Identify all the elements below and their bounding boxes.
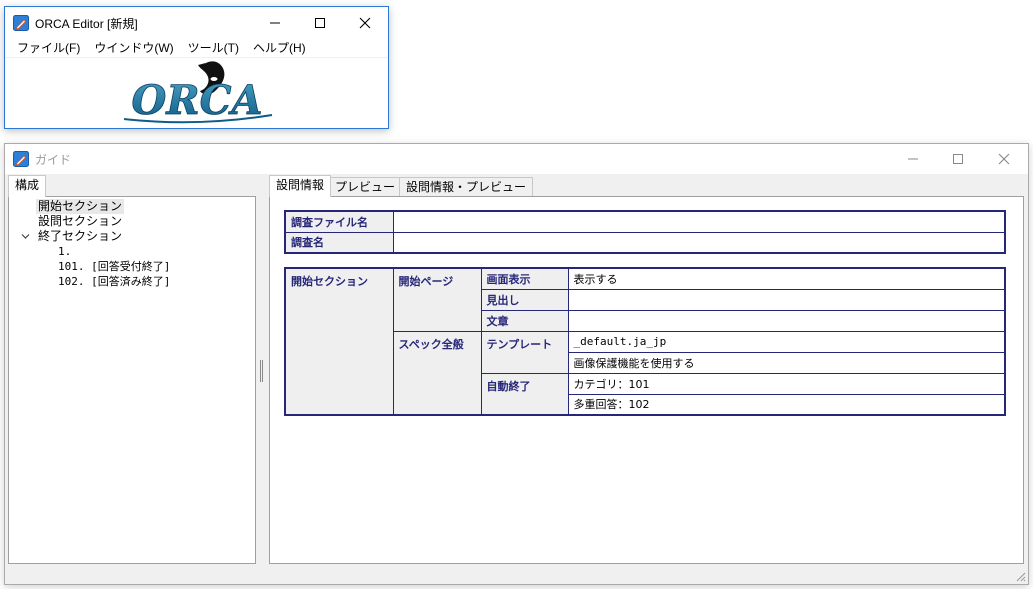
menu-file[interactable]: ファイル(F) [11,39,86,56]
tree-item-start-section[interactable]: 開始セクション [36,199,125,214]
survey-name-label: 調査名 [284,231,394,254]
survey-file-value [392,210,1006,233]
guide-titlebar[interactable]: ガイド [5,144,1028,174]
tree-item-end-102[interactable]: 102. [回答済み終了] [58,274,170,289]
display-value: 表示する [567,267,1006,290]
auto-end-key: 自動終了 [480,372,569,416]
close-icon [998,153,1010,165]
menu-tools[interactable]: ツール(T) [182,39,245,56]
maximize-button[interactable] [297,7,343,38]
tab-structure[interactable]: 構成 [8,175,47,197]
minimize-button[interactable] [252,7,298,38]
tree-item-end-section[interactable]: 終了セクション [38,229,122,244]
text-key: 文章 [480,309,569,332]
survey-file-label: 調査ファイル名 [284,210,394,233]
text-value [567,309,1006,332]
logo-wordmark: ORCA [131,77,262,124]
editor-titlebar[interactable]: ORCA Editor [新規] [5,7,388,38]
resize-grip-icon[interactable] [1014,570,1026,582]
editor-title: ORCA Editor [新規] [35,17,138,31]
minimize-icon [908,158,918,160]
auto-end-multi-value: 多重回答：102 [567,393,1006,416]
tree-item-end-101[interactable]: 101. [回答受付終了] [58,259,170,274]
section-info-table: 開始セクション 開始ページ 画面表示 表示する 見出し 文章 スペック全般 テン… [284,267,1006,416]
tab-question-info[interactable]: 設問情報 [269,175,332,197]
survey-name-value [392,231,1006,254]
guide-minimize-button[interactable] [890,144,936,174]
survey-info-table: 調査ファイル名 調査名 [284,210,1006,254]
app-pen-icon [13,151,29,167]
guide-close-button[interactable] [981,144,1027,174]
tab-question-info-preview[interactable]: 設問情報・プレビュー [399,177,534,197]
section-label: 開始セクション [284,267,394,416]
app-pen-icon [13,15,29,31]
structure-tree: 開始セクション 設問セクション 終了セクション 1. 101. [回答受付終了]… [8,196,256,564]
tree-item-question-section[interactable]: 設問セクション [38,214,122,229]
close-button[interactable] [342,7,388,38]
template-key: テンプレート [480,330,569,374]
close-icon [359,17,371,28]
tree-item-end-1[interactable]: 1. [58,244,71,259]
start-page-label: 開始ページ [392,267,482,332]
tab-preview[interactable]: プレビュー [328,177,403,197]
menu-window[interactable]: ウインドウ(W) [88,39,179,56]
orca-logo: ORCA [123,61,272,124]
chevron-down-icon[interactable] [21,233,30,240]
maximize-icon [953,154,963,164]
display-key: 画面表示 [480,267,569,290]
menu-help[interactable]: ヘルプ(H) [247,39,312,56]
image-protect-value: 画像保護機能を使用する [567,351,1006,374]
spec-general-label: スペック全般 [392,330,482,416]
minimize-icon [270,22,280,23]
question-info-panel: 調査ファイル名 調査名 開始セクション 開始ページ 画面表示 表示する 見出し … [269,196,1024,564]
splitter-handle[interactable] [260,360,263,382]
guide-title: ガイド [35,153,72,167]
guide-maximize-button[interactable] [935,144,981,174]
maximize-icon [315,17,325,28]
auto-end-category-value: カテゴリ：101 [567,372,1006,395]
template-value: _default.ja_jp [567,330,1006,353]
logo-area: ORCA [5,59,388,128]
editor-menubar: ファイル(F) ウインドウ(W) ツール(T) ヘルプ(H) [5,38,388,58]
heading-key: 見出し [480,288,569,311]
orca-editor-window: ORCA Editor [新規] ファイル(F) ウインドウ(W) ツール(T)… [4,6,389,129]
heading-value [567,288,1006,311]
guide-window: ガイド 構成 開始セクション 設問セクション 終了セクション 1. 101. [… [4,143,1029,585]
